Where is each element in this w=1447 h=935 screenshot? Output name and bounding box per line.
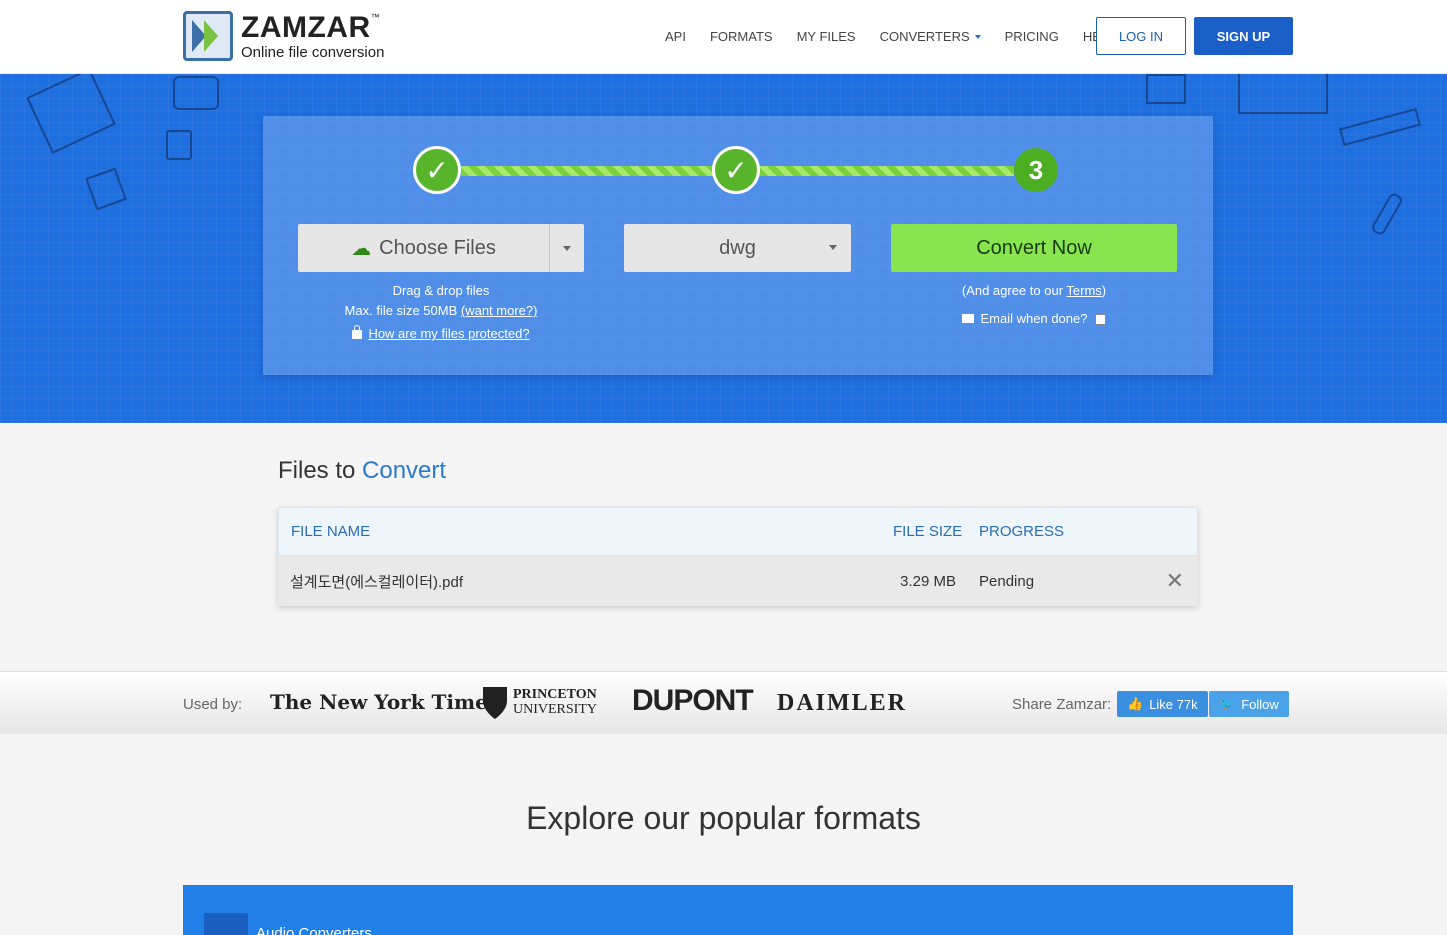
agree-prefix: (And agree to our <box>961 283 1067 298</box>
convert-now-button[interactable]: Convert Now <box>891 224 1177 272</box>
brand-name: ZAMZAR™ <box>241 10 381 44</box>
used-by-strip: Used by: The New York Times PRINCETON UN… <box>0 671 1447 734</box>
archive-file-doodle-icon <box>85 167 127 211</box>
top-header: ZAMZAR™ Online file conversion API FORMA… <box>0 0 1447 74</box>
files-title: Files to Convert <box>278 457 446 485</box>
facebook-like-button[interactable]: 👍 Like 77k <box>1117 691 1208 717</box>
target-format-value: dwg <box>719 236 756 259</box>
files-title-accent: Convert <box>362 457 447 484</box>
video-file-doodle-icon <box>173 76 219 110</box>
caret-down-icon <box>974 35 981 40</box>
drag-drop-hint: Drag & drop files <box>392 283 490 298</box>
progress-line-2 <box>760 166 1014 176</box>
file-name-cell: 설계도면(에스컬레이터).pdf <box>290 573 464 591</box>
files-section: Files to Convert FILE NAME FILE SIZE PRO… <box>0 423 1447 671</box>
share-label: Share Zamzar: <box>1012 696 1112 713</box>
nav-pricing[interactable]: PRICING <box>1005 29 1059 44</box>
choose-files-dropdown[interactable] <box>550 245 584 251</box>
converter-hero: ✓ ✓ 3 ☁ Choose Files dwg Convert Now Dra… <box>0 74 1447 423</box>
col-file-size: FILE SIZE <box>893 523 963 540</box>
want-more-link[interactable]: (want more?) <box>461 303 538 318</box>
audio-converters-label: Audio Converters <box>256 925 372 935</box>
laptop-doodle-icon <box>1238 74 1328 114</box>
nav-converters[interactable]: CONVERTERS <box>880 29 981 44</box>
converter-panel: ✓ ✓ 3 ☁ Choose Files dwg Convert Now Dra… <box>263 116 1213 375</box>
lock-icon <box>352 325 363 339</box>
nyt-logo: The New York Times <box>270 690 500 714</box>
nav-my-files[interactable]: MY FILES <box>797 29 856 44</box>
col-progress: PROGRESS <box>979 523 1065 540</box>
like-label: Like 77k <box>1149 696 1198 712</box>
main-nav: API FORMATS MY FILES CONVERTERS PRICING … <box>665 0 1141 72</box>
caret-down-icon <box>563 245 571 251</box>
step-2-check-icon: ✓ <box>712 146 760 194</box>
table-row: 설계도면(에스컬레이터).pdf 3.29 MB Pending ✕ <box>278 556 1198 606</box>
dupont-logo: DUPONT <box>632 684 754 717</box>
email-label: Email when done? <box>980 311 1088 326</box>
code-file-doodle-icon <box>166 130 192 160</box>
agree-suffix: ) <box>1101 283 1107 298</box>
princeton-sub: UNIVERSITY <box>513 702 597 717</box>
twitter-follow-button[interactable]: 🐦 Follow <box>1209 691 1289 717</box>
signup-button[interactable]: SIGN UP <box>1194 17 1293 55</box>
follow-label: Follow <box>1241 696 1279 712</box>
princeton-name: PRINCETON <box>513 687 597 702</box>
music-note-icon <box>204 913 248 935</box>
nav-api[interactable]: API <box>665 29 686 44</box>
zamzar-logo[interactable]: ZAMZAR™ Online file conversion <box>183 11 384 61</box>
step-1-check-icon: ✓ <box>413 146 461 194</box>
max-size-text: Max. file size 50MB <box>344 303 458 318</box>
col-file-name: FILE NAME <box>291 523 371 540</box>
files-protected-link[interactable]: How are my files protected? <box>368 326 529 341</box>
table-header: FILE NAME FILE SIZE PROGRESS <box>278 507 1198 556</box>
step-3-number: 3 <box>1014 148 1058 192</box>
terms-link[interactable]: Terms <box>1066 283 1101 298</box>
wrench-doodle-icon <box>1369 191 1405 237</box>
files-table: FILE NAME FILE SIZE PROGRESS 설계도면(에스컬레이터… <box>278 507 1198 606</box>
email-when-done: Email when done? <box>891 311 1177 326</box>
progress-cell: Pending <box>979 572 1035 590</box>
files-title-prefix: Files to <box>278 457 356 484</box>
thumbs-up-icon: 👍 <box>1127 696 1144 711</box>
remove-file-close-icon[interactable]: ✕ <box>1166 570 1184 592</box>
caret-down-icon <box>829 245 837 250</box>
used-by-label: Used by: <box>183 696 243 713</box>
cad-file-doodle-icon <box>26 74 116 154</box>
logo-arrows-icon <box>183 11 233 61</box>
choose-files-control: ☁ Choose Files <box>298 224 584 272</box>
max-size-note: Max. file size 50MB (want more?) <box>298 303 584 318</box>
file-size-cell: 3.29 MB <box>900 572 956 590</box>
explore-title: Explore our popular formats <box>526 800 921 836</box>
audio-converters-card[interactable]: Audio Converters <box>183 885 1293 935</box>
document-doodle-icon <box>1146 74 1186 104</box>
explore-section: Explore our popular formats Audio Conver… <box>0 734 1447 935</box>
target-format-select[interactable]: dwg <box>624 224 851 272</box>
progress-line-1 <box>461 166 713 176</box>
email-checkbox[interactable] <box>1095 314 1107 326</box>
brand-tagline: Online file conversion <box>241 43 385 61</box>
daimler-logo: DAIMLER <box>777 690 908 716</box>
princeton-shield-icon <box>483 687 507 719</box>
terms-agreement: (And agree to our Terms) <box>891 283 1177 298</box>
envelope-icon <box>961 314 974 323</box>
twitter-bird-icon: 🐦 <box>1219 696 1236 711</box>
choose-files-button[interactable]: ☁ Choose Files <box>298 224 550 272</box>
choose-files-label: Choose Files <box>379 236 496 259</box>
files-protected-note: How are my files protected? <box>298 325 584 341</box>
nav-converters-label: CONVERTERS <box>879 28 970 44</box>
cloud-upload-icon: ☁ <box>351 237 372 260</box>
ruler-pencil-doodle-icon <box>1339 107 1421 147</box>
login-button[interactable]: LOG IN <box>1096 17 1186 55</box>
nav-formats[interactable]: FORMATS <box>710 29 773 44</box>
